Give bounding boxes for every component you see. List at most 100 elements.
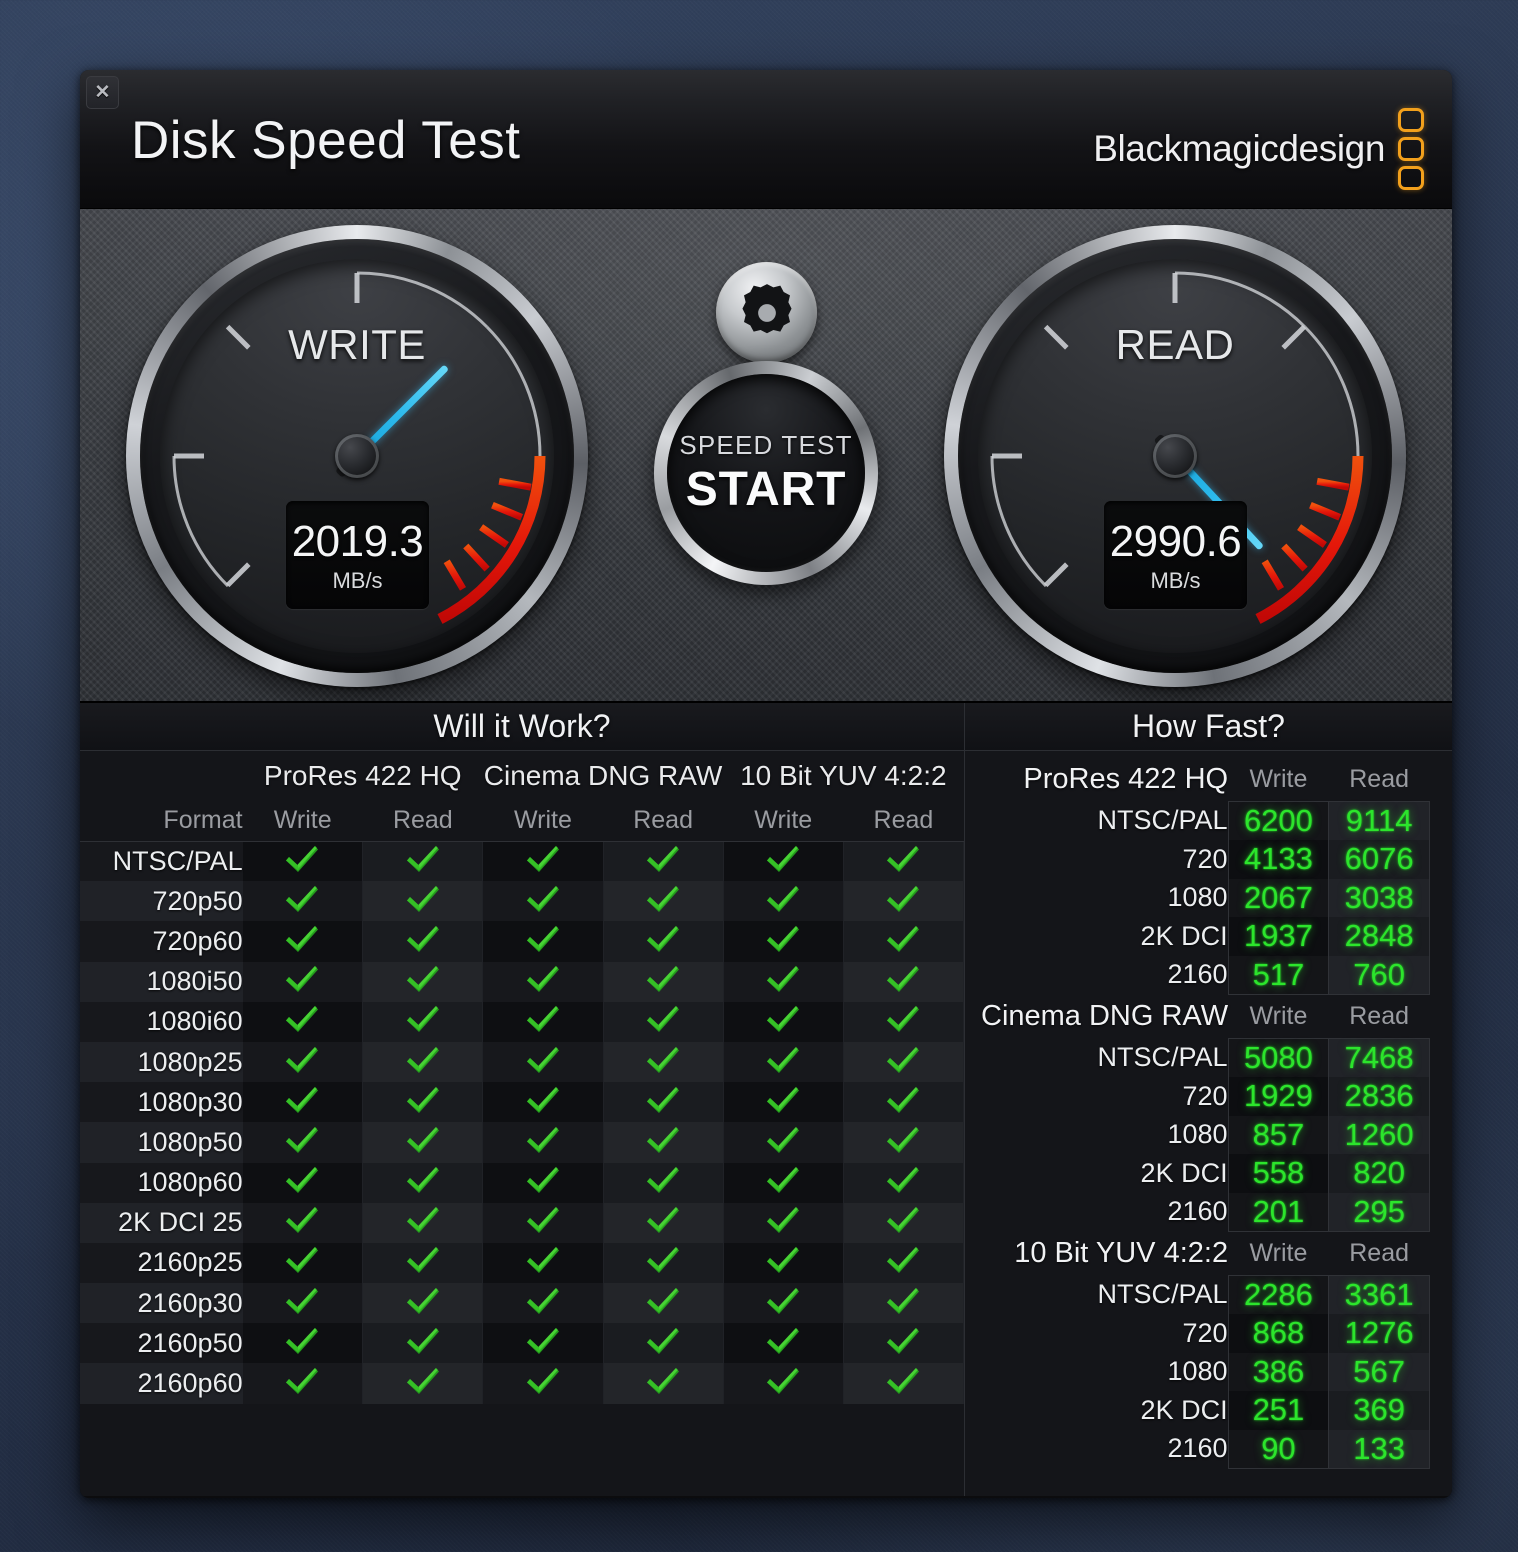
read-gauge: READ 2990.6 MB/s: [944, 225, 1406, 687]
result-cell-6-4: [723, 1082, 844, 1123]
hf-format-2-2: 1080: [1167, 1356, 1228, 1387]
green-check-icon: [767, 1207, 800, 1234]
green-check-icon: [647, 1287, 680, 1314]
how-fast-panel: How Fast? ProRes 422 HQ Write Read NTSC/PAL…: [964, 703, 1452, 1496]
result-cell-10-3: [602, 1242, 724, 1284]
write-unit: MB/s: [332, 567, 383, 593]
table-row: NTSC/PAL 2286 3361: [981, 1275, 1430, 1314]
how-fast-section-header-0: ProRes 422 HQ Write Read: [981, 757, 1430, 802]
will-it-work-head: ProRes 422 HQ Cinema DNG RAW 10 Bit YUV 4:…: [80, 751, 964, 842]
format-label-5: 1080p25: [80, 1041, 243, 1083]
green-check-icon: [526, 925, 559, 952]
result-cell-12-4: [723, 1323, 844, 1364]
table-row: 2K DCI 1937 2848: [981, 917, 1430, 956]
brand-name: Blackmagicdesign: [1093, 128, 1385, 169]
result-cell-0-1: [362, 841, 484, 882]
hf-write-0-0: 6200: [1227, 801, 1330, 840]
how-fast-heading: How Fast?: [965, 703, 1452, 751]
green-check-icon: [526, 1327, 559, 1354]
result-cell-10-4: [723, 1242, 844, 1284]
result-cell-5-3: [602, 1041, 724, 1083]
result-cell-1-4: [723, 881, 844, 922]
hf-write-2-1: 868: [1227, 1314, 1330, 1353]
result-cell-4-4: [723, 1001, 844, 1042]
disk-speed-test-window: ✕ Disk Speed Test Blackmagicdesign WRITE…: [80, 70, 1452, 1498]
format-label-11: 2160p30: [80, 1283, 243, 1324]
result-cell-8-3: [602, 1162, 724, 1203]
result-cell-2-1: [362, 921, 484, 962]
green-check-icon: [887, 885, 920, 912]
hf-format-0-4: 2160: [1167, 959, 1228, 990]
result-cell-3-2: [482, 961, 604, 1002]
subheader-0-0: Write: [242, 800, 363, 842]
format-label-0: NTSC/PAL: [80, 841, 243, 882]
green-check-icon: [406, 1086, 439, 1113]
result-cell-1-5: [842, 881, 965, 922]
start-speed-test-button[interactable]: SPEED TEST START: [654, 361, 878, 585]
section-col-header-0-0: Write: [1249, 764, 1308, 793]
green-check-icon: [406, 1167, 439, 1194]
hf-read-2-0: 3361: [1328, 1275, 1430, 1314]
green-check-icon: [647, 1327, 680, 1354]
hf-format-2-4: 2160: [1167, 1433, 1228, 1464]
hf-format-2-3: 2K DCI: [1140, 1394, 1228, 1425]
result-cell-0-0: [242, 841, 363, 882]
hf-write-0-1: 4133: [1227, 840, 1330, 879]
hf-format-2-0: NTSC/PAL: [1097, 1279, 1228, 1310]
result-cell-5-5: [842, 1041, 965, 1083]
will-it-work-body: NTSC/PAL 720p50 720p60 1080i50 1080i60 1080p2…: [80, 841, 965, 1404]
green-check-icon: [767, 1287, 800, 1314]
table-row: 1080p25: [80, 1041, 965, 1083]
green-check-icon: [887, 1046, 920, 1073]
result-cell-13-4: [723, 1363, 844, 1404]
subheader-1-0: Write: [482, 800, 604, 842]
section-name-0: ProRes 422 HQ: [1023, 762, 1229, 795]
codec-header-0: ProRes 422 HQ: [263, 759, 462, 791]
subheader-0-1: Read: [362, 800, 483, 842]
hf-write-1-4: 201: [1227, 1192, 1330, 1232]
hf-write-0-3: 1937: [1227, 917, 1330, 956]
format-label-3: 1080i50: [80, 961, 243, 1002]
green-check-icon: [767, 1167, 800, 1194]
green-check-icon: [767, 1247, 800, 1274]
green-check-icon: [887, 845, 920, 872]
hf-format-0-2: 1080: [1167, 882, 1228, 913]
hf-read-0-0: 9114: [1328, 801, 1430, 840]
settings-button[interactable]: [716, 262, 817, 363]
green-check-icon: [406, 1287, 439, 1314]
green-check-icon: [526, 845, 559, 872]
result-cell-7-2: [482, 1122, 604, 1163]
read-readout: 2990.6 MB/s: [1104, 501, 1247, 609]
green-check-icon: [647, 1126, 680, 1153]
result-cell-4-0: [242, 1001, 363, 1042]
result-cell-13-5: [842, 1363, 965, 1404]
result-cell-8-0: [242, 1162, 363, 1203]
green-check-icon: [526, 885, 559, 912]
hf-write-2-4: 90: [1227, 1429, 1330, 1469]
table-row: 2160 90 133: [981, 1429, 1430, 1469]
hf-write-1-0: 5080: [1227, 1038, 1330, 1077]
result-cell-13-2: [482, 1363, 604, 1404]
hf-write-2-2: 386: [1227, 1352, 1330, 1391]
hf-write-0-4: 517: [1227, 955, 1330, 995]
green-check-icon: [526, 1368, 559, 1395]
green-check-icon: [286, 925, 319, 952]
hf-read-0-4: 760: [1328, 955, 1430, 995]
green-check-icon: [526, 1167, 559, 1194]
result-cell-3-4: [723, 961, 844, 1002]
result-cell-10-0: [242, 1242, 363, 1284]
table-row: 1080i60: [80, 1001, 965, 1042]
green-check-icon: [647, 1368, 680, 1395]
result-cell-9-3: [602, 1202, 724, 1243]
green-check-icon: [767, 885, 800, 912]
green-check-icon: [526, 1086, 559, 1113]
write-gauge: WRITE 2019.3 MB/s: [126, 225, 588, 687]
green-check-icon: [887, 1368, 920, 1395]
green-check-icon: [406, 1006, 439, 1033]
section-col-header-2-1: Read: [1349, 1238, 1410, 1267]
write-needle-hub: [335, 434, 379, 478]
result-cell-4-2: [482, 1001, 604, 1042]
close-icon[interactable]: ✕: [86, 76, 119, 109]
hf-format-1-0: NTSC/PAL: [1097, 1042, 1228, 1073]
result-cell-12-3: [602, 1323, 724, 1364]
